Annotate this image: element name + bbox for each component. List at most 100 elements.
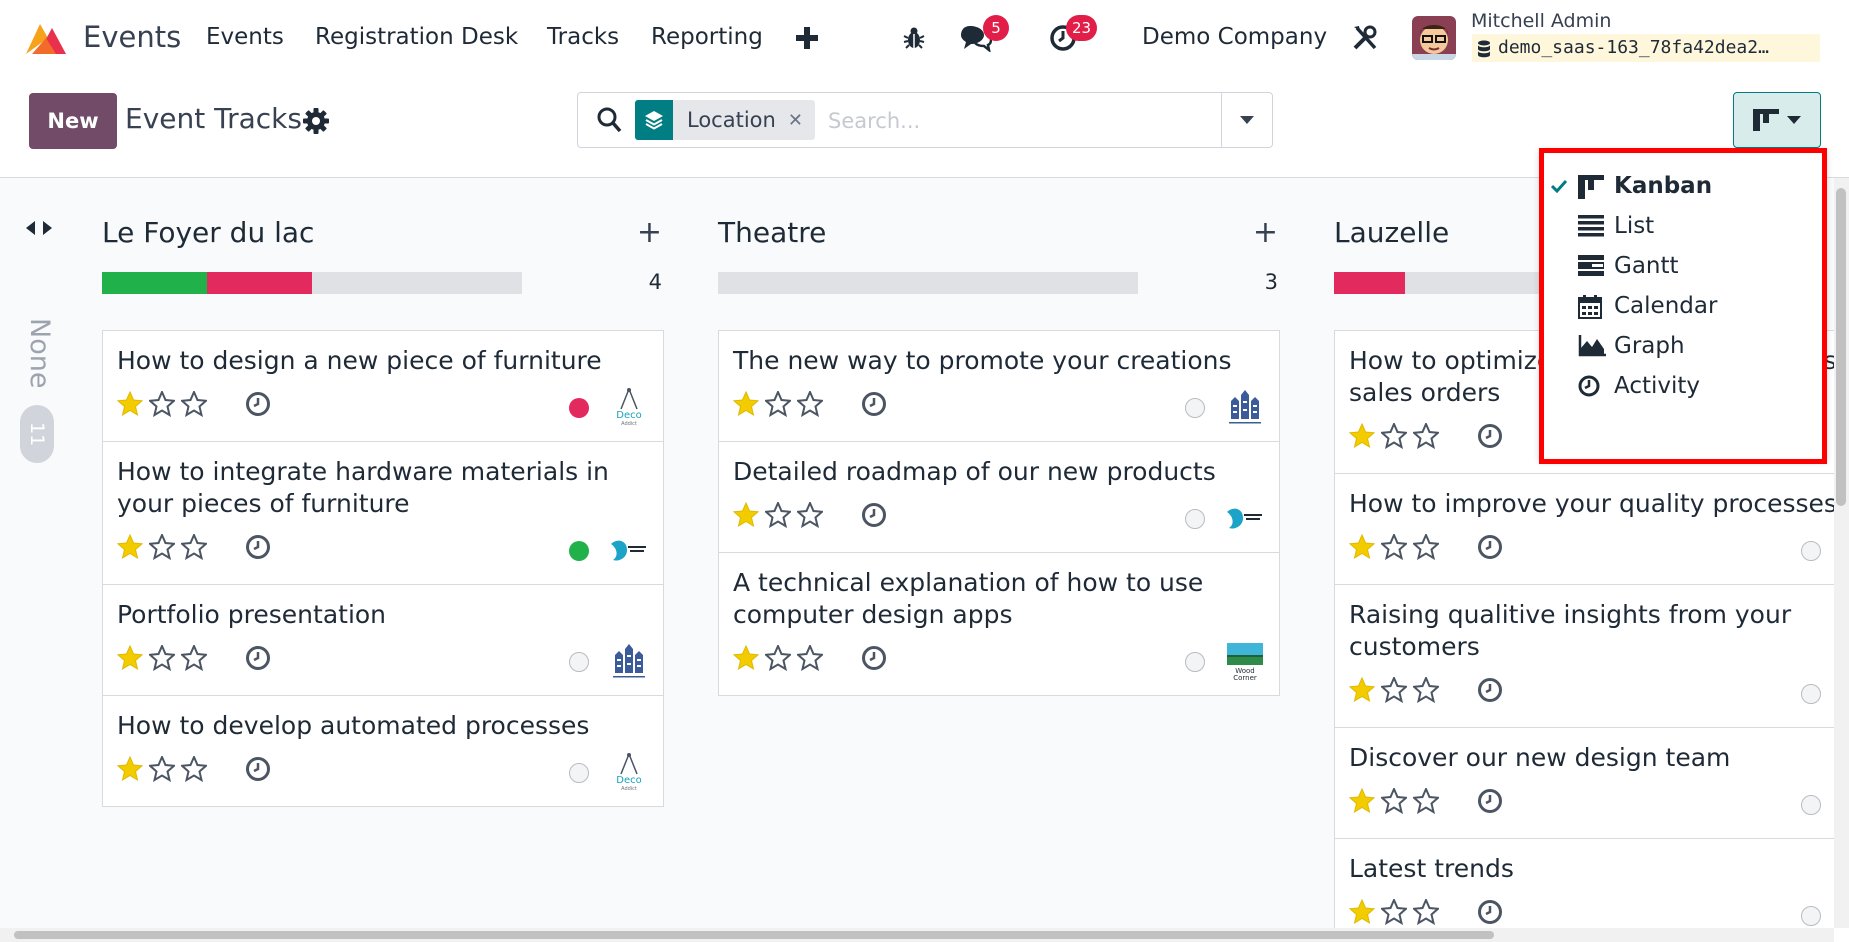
priority-star-icon[interactable] [179, 754, 209, 786]
settings-tools-icon[interactable] [1347, 20, 1383, 56]
folded-column-none[interactable]: None 11 [20, 220, 58, 580]
priority-star-icon[interactable] [1379, 675, 1409, 707]
priority-star-icon[interactable] [1379, 421, 1409, 453]
priority-stars[interactable] [732, 500, 825, 532]
kanban-card[interactable]: Latest trends [1335, 838, 1834, 928]
kanban-state-dot[interactable] [569, 398, 589, 418]
kanban-card[interactable]: A technical explanation of how to use co… [719, 552, 1279, 695]
priority-stars[interactable] [732, 643, 825, 675]
user-avatar[interactable] [1412, 16, 1456, 60]
priority-star-icon[interactable] [147, 754, 177, 786]
expand-arrows-icon[interactable] [26, 220, 52, 236]
activity-clock-icon[interactable] [1477, 423, 1503, 453]
column-title[interactable]: Lauzelle [1334, 216, 1449, 249]
events-app-logo[interactable] [22, 20, 70, 58]
priority-star-icon[interactable] [795, 389, 825, 421]
view-option-gantt[interactable]: Gantt [1540, 246, 1828, 286]
priority-stars[interactable] [1348, 532, 1441, 564]
kanban-state-dot[interactable] [569, 652, 589, 672]
priority-stars[interactable] [1348, 675, 1441, 707]
progress-segment[interactable] [102, 272, 207, 294]
search-options-toggle[interactable] [1221, 93, 1272, 147]
view-option-list[interactable]: List [1540, 206, 1828, 246]
priority-star-icon[interactable] [1379, 897, 1409, 928]
priority-star-icon[interactable] [147, 643, 177, 675]
priority-star-icon[interactable] [1411, 421, 1441, 453]
gear-icon[interactable] [303, 108, 329, 134]
activity-clock-icon[interactable] [1477, 534, 1503, 564]
view-option-activity[interactable]: Activity [1540, 366, 1828, 406]
priority-star-icon[interactable] [147, 532, 177, 564]
company-switcher[interactable]: Demo Company [1142, 24, 1327, 50]
facet-remove-icon[interactable]: ✕ [788, 110, 815, 131]
priority-stars[interactable] [116, 643, 209, 675]
user-name[interactable]: Mitchell Admin [1471, 10, 1611, 32]
kanban-card[interactable]: How to design a new piece of furniture De… [103, 331, 663, 441]
priority-stars[interactable] [1348, 786, 1441, 818]
priority-star-icon[interactable] [147, 389, 177, 421]
column-progress-bar[interactable] [718, 272, 1138, 294]
priority-star-icon[interactable] [795, 643, 825, 675]
scrollbar-thumb[interactable] [14, 931, 1494, 939]
priority-star-icon[interactable] [795, 500, 825, 532]
kanban-state-dot[interactable] [569, 763, 589, 783]
priority-stars[interactable] [732, 389, 825, 421]
view-option-calendar[interactable]: Calendar [1540, 286, 1828, 326]
new-button[interactable]: New [29, 93, 117, 149]
add-menu-icon[interactable] [789, 20, 825, 56]
kanban-state-dot[interactable] [1185, 652, 1205, 672]
priority-star-icon[interactable] [732, 501, 760, 532]
activity-clock-icon[interactable] [245, 756, 271, 786]
priority-star-icon[interactable] [1379, 532, 1409, 564]
priority-star-icon[interactable] [1411, 675, 1441, 707]
column-title[interactable]: Theatre [718, 216, 826, 249]
activity-clock-icon[interactable] [1477, 899, 1503, 928]
priority-star-icon[interactable] [763, 500, 793, 532]
kanban-state-dot[interactable] [1185, 509, 1205, 529]
activity-clock-icon[interactable] [861, 391, 887, 421]
quick-create-plus-icon[interactable]: + [637, 218, 662, 248]
view-switcher-button[interactable] [1733, 92, 1821, 148]
priority-star-icon[interactable] [1411, 532, 1441, 564]
view-option-graph[interactable]: Graph [1540, 326, 1828, 366]
priority-star-icon[interactable] [763, 389, 793, 421]
priority-star-icon[interactable] [1411, 897, 1441, 928]
activity-clock-icon[interactable] [861, 645, 887, 675]
priority-star-icon[interactable] [1379, 786, 1409, 818]
kanban-card[interactable]: How to improve your quality processes [1335, 473, 1834, 584]
horizontal-scrollbar[interactable] [0, 928, 1834, 942]
progress-segment[interactable] [1334, 272, 1406, 294]
priority-star-icon[interactable] [732, 644, 760, 675]
priority-stars[interactable] [1348, 897, 1441, 928]
app-name[interactable]: Events [83, 20, 181, 54]
priority-star-icon[interactable] [1348, 422, 1376, 453]
progress-segment[interactable] [207, 272, 312, 294]
priority-star-icon[interactable] [732, 390, 760, 421]
menu-reporting[interactable]: Reporting [651, 24, 763, 50]
priority-star-icon[interactable] [1411, 786, 1441, 818]
kanban-card[interactable]: Discover our new design team [1335, 727, 1834, 838]
priority-star-icon[interactable] [1348, 676, 1376, 707]
kanban-card[interactable]: How to integrate hardware materials in y… [103, 441, 663, 584]
kanban-state-dot[interactable] [1801, 541, 1821, 561]
priority-stars[interactable] [116, 389, 209, 421]
activity-clock-icon[interactable] [1477, 788, 1503, 818]
priority-star-icon[interactable] [116, 755, 144, 786]
priority-star-icon[interactable] [116, 533, 144, 564]
column-progress-bar[interactable] [102, 272, 522, 294]
search-input[interactable] [826, 102, 1185, 140]
priority-star-icon[interactable] [1348, 898, 1376, 928]
menu-registration-desk[interactable]: Registration Desk [315, 24, 518, 50]
activity-clock-icon[interactable] [245, 391, 271, 421]
kanban-card[interactable]: Portfolio presentation [103, 584, 663, 695]
activity-clock-icon[interactable] [861, 502, 887, 532]
kanban-card[interactable]: The new way to promote your creations [719, 331, 1279, 441]
priority-star-icon[interactable] [1348, 787, 1376, 818]
vertical-scrollbar[interactable] [1834, 178, 1849, 928]
kanban-state-dot[interactable] [1801, 684, 1821, 704]
priority-star-icon[interactable] [179, 532, 209, 564]
priority-stars[interactable] [1348, 421, 1441, 453]
view-option-kanban[interactable]: Kanban [1540, 166, 1828, 206]
priority-star-icon[interactable] [179, 643, 209, 675]
priority-stars[interactable] [116, 532, 209, 564]
